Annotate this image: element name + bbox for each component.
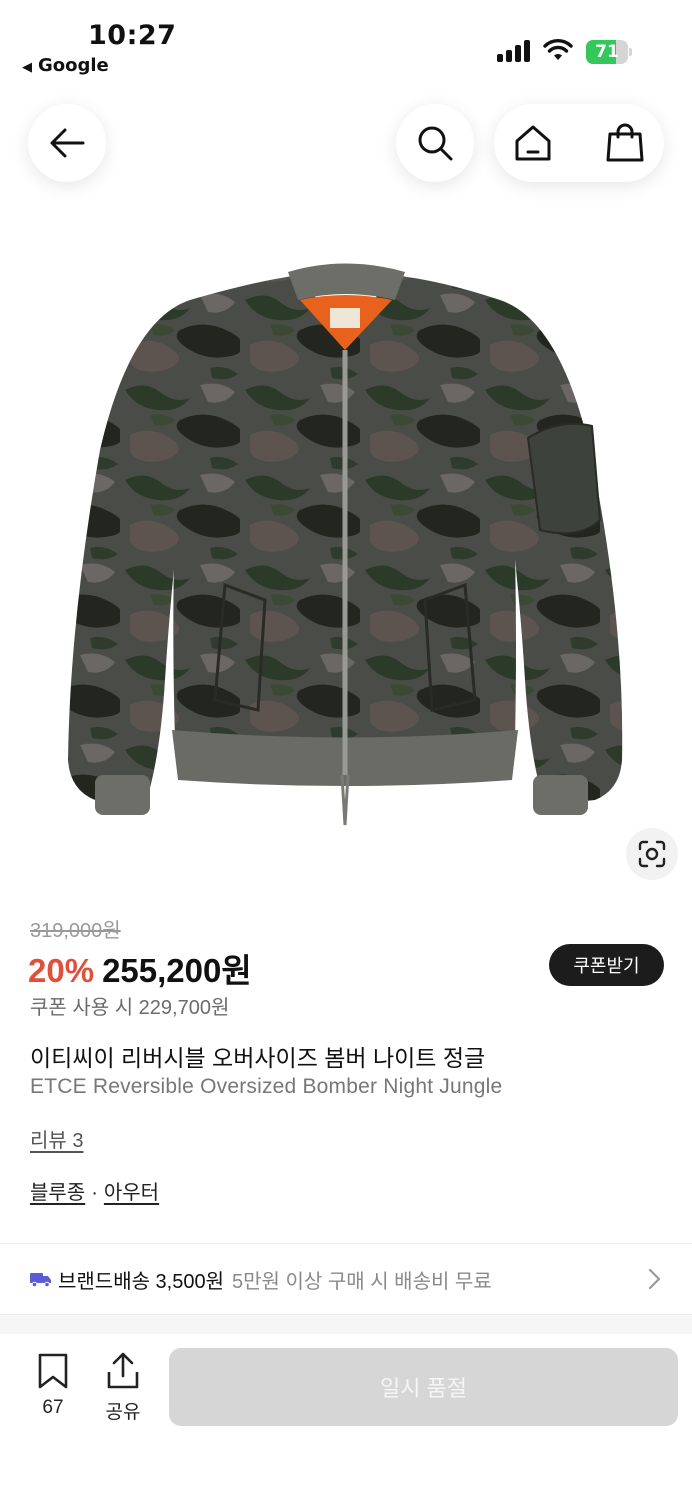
share-button[interactable]: 공유 [98,1352,148,1423]
share-icon [107,1352,139,1389]
back-to-app-link[interactable]: ◀ Google [22,55,109,76]
price-row: 20% 255,200원 [28,944,252,989]
search-button[interactable] [396,104,474,182]
review-link[interactable]: 리뷰 3 [30,1124,83,1153]
share-label: 공유 [105,1402,141,1423]
cart-button[interactable] [604,122,646,164]
coupon-price: 쿠폰 사용 시 229,700원 [30,997,230,1019]
search-icon [418,126,453,161]
original-price: 319,000원 [30,920,121,942]
back-triangle-icon: ◀ [22,60,32,75]
shipping-info-row[interactable]: 브랜드배송 3,500원 5만원 이상 구매 시 배송비 무료 [0,1244,692,1314]
back-button[interactable] [28,104,106,182]
status-time: 10:27 [88,20,177,51]
header-actions [494,104,664,182]
discount-rate: 20% [28,952,95,989]
cellular-signal-icon [497,40,531,62]
shipping-fee: 브랜드배송 3,500원 [58,1270,225,1293]
get-coupon-button[interactable]: 쿠폰받기 [549,944,664,986]
jacket-image [68,263,623,826]
product-title-korean: 이티씨이 리버시블 오버사이즈 봄버 나이트 정글 [30,1045,486,1071]
home-icon [515,125,551,161]
bottom-action-bar: 67 공유 일시 품절 [0,1334,692,1500]
home-button[interactable] [512,122,554,164]
product-title-english: ETCE Reversible Oversized Bomber Night J… [30,1075,503,1098]
category-separator: · [91,1182,98,1204]
category-breadcrumb: 블루종 · 아우터 [30,1176,159,1205]
category-link-outer[interactable]: 아우터 [104,1182,159,1204]
battery-icon: 71 [586,40,632,64]
chevron-right-icon [648,1268,661,1290]
category-link-blouson[interactable]: 블루종 [30,1182,85,1204]
bookmark-icon [38,1353,68,1389]
wishlist-count: 67 [42,1397,64,1418]
image-search-button[interactable] [626,828,678,880]
back-arrow-icon [50,128,85,158]
status-bar: 10:27 ◀ Google 71 [0,0,692,90]
wifi-icon [543,39,573,60]
battery-level: 71 [595,42,619,62]
lens-scan-icon [638,840,666,868]
product-image[interactable] [0,200,692,900]
sold-out-button[interactable]: 일시 품절 [169,1348,678,1426]
wishlist-button[interactable]: 67 [28,1352,78,1422]
section-spacer [0,1314,692,1334]
sale-price: 255,200원 [102,952,252,989]
truck-icon [30,1273,51,1287]
back-app-name: Google [38,55,109,76]
free-shipping-note: 5만원 이상 구매 시 배송비 무료 [232,1270,492,1293]
shopping-bag-icon [606,123,644,162]
